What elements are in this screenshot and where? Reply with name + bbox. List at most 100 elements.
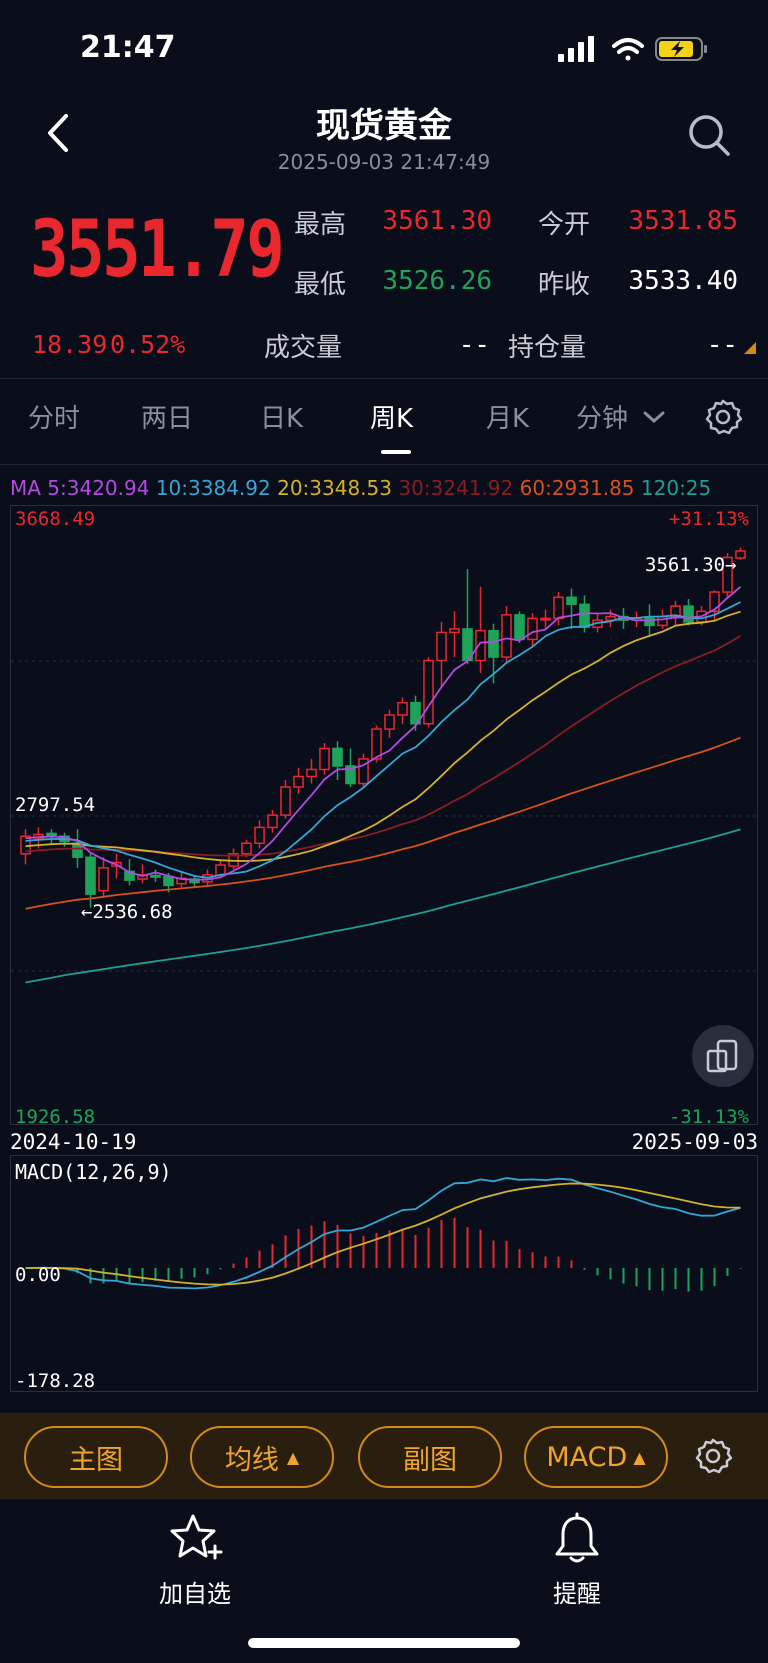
caret-up-icon: ▲ [633,1447,646,1467]
axis-top-pct: +31.13% [668,508,749,530]
sub-chart-button[interactable]: 副图 [358,1426,502,1488]
settings-gear-icon[interactable] [704,398,742,436]
candle-body [735,550,746,559]
main-chart-button[interactable]: 主图 [24,1426,168,1488]
caret-up-icon: ▲ [286,1447,300,1467]
candle-body [254,826,265,844]
candle-body [150,874,161,878]
prev-close-value: 3533.40 [628,266,738,296]
macd-chart[interactable]: MACD(12,26,9) 0.00 -178.28 [10,1155,758,1392]
candle-body [85,856,96,895]
open-interest-value: -- [706,330,738,360]
change-value: 18.39 [32,330,108,359]
macd-min-label: -178.28 [15,1370,96,1392]
battery-icon [655,37,707,61]
candle-body [514,614,525,641]
quote-datetime: 2025-09-03 21:47:49 [277,150,491,174]
candle-body [306,768,317,778]
signal-icon [558,36,594,62]
corner-triangle-icon [744,342,756,354]
home-indicator[interactable] [248,1638,520,1648]
main-chart-label: 主图 [69,1444,123,1476]
tab-fenshi[interactable]: 分时 [28,398,80,435]
open-value: 3531.85 [628,206,738,236]
macd-button-label: MACD [546,1441,628,1473]
last-price: 3551.79 [30,205,285,295]
candle-body [566,596,577,606]
candle-body [371,728,382,760]
candle-body [267,814,278,829]
candle-body [397,701,408,716]
ma-button-label: 均线 [224,1444,279,1476]
macd-button[interactable]: MACD ▲ [524,1426,668,1488]
candle-body [553,596,564,620]
ma20-value: 20:3348.53 [277,476,392,500]
volume-label: 成交量 [264,333,343,363]
indicator-toolbar: 主图 均线 ▲ 副图 MACD ▲ [0,1413,768,1499]
volume-value: -- [458,330,490,360]
kline-chart[interactable]: 3668.49 +31.13% 2797.54 1926.58 -31.13% … [10,505,759,1128]
alert-button[interactable]: 提醒 [522,1512,632,1609]
ma-legend: MA 5:3420.94 10:3384.92 20:3348.53 30:32… [10,476,768,500]
tab-monthly-k[interactable]: 月K [486,398,529,435]
ma20-line [25,610,741,862]
high-label: 最高 [294,210,347,240]
sub-chart-label: 副图 [403,1444,457,1476]
rotate-screen-button[interactable] [692,1025,754,1087]
candle-body [163,875,174,887]
low-marker-label: ←2536.68 [81,901,173,923]
candle-body [280,786,291,816]
candle-body [501,614,512,658]
change-pct: 0.52% [110,330,186,359]
ma120-value: 120:25 [640,476,712,500]
low-value: 3526.26 [382,266,492,296]
divider [0,378,768,379]
ma60-value: 60:2931.85 [519,476,635,500]
active-tab-indicator [381,450,411,454]
period-tabs: 分时 两日 日K 周K 月K 分钟 [0,398,768,454]
ma-prefix: MA [10,476,41,500]
macd-svg [25,1177,742,1292]
ma30-value: 30:3241.92 [398,476,514,500]
wifi-icon [612,38,644,61]
toolbar-settings-gear-icon[interactable] [694,1437,732,1475]
macd-zero-label: 0.00 [15,1264,61,1286]
prev-close-label: 昨收 [538,270,591,300]
candle-body [319,747,330,771]
end-date: 2025-09-03 [631,1130,758,1154]
candle-body [449,628,460,634]
kline-svg [11,547,759,984]
candle-body [436,631,447,662]
ma5-value: 5:3420.94 [47,476,150,500]
alert-label: 提醒 [553,1580,601,1608]
axis-bottom-price: 1926.58 [15,1106,96,1128]
candle-body [332,747,343,767]
macd-dif-line [25,1177,741,1290]
tab-liangri[interactable]: 两日 [141,398,193,435]
candle-body [488,629,499,658]
ma-button[interactable]: 均线 ▲ [190,1426,334,1488]
tab-weekly-k[interactable]: 周K [370,398,413,435]
low-label: 最低 [294,270,347,300]
chevron-down-icon[interactable] [642,408,666,426]
candle-body [423,659,434,725]
candle-body [293,775,304,788]
status-icons [558,36,707,62]
candle-body [657,615,668,627]
ma10-value: 10:3384.92 [155,476,271,500]
candle-body [527,617,538,641]
ma30-line [25,635,741,857]
candle-body [241,842,252,855]
ma60-line [25,736,741,910]
search-icon[interactable] [686,112,732,158]
star-add-icon [170,1514,223,1560]
tab-minute[interactable]: 分钟 [576,398,628,435]
open-interest-label: 持仓量 [508,333,587,363]
add-watchlist-button[interactable]: 加自选 [140,1512,250,1609]
macd-title: MACD(12,26,9) [15,1160,172,1184]
high-value: 3561.30 [382,206,492,236]
candle-body [384,714,395,730]
candle-body [98,867,109,892]
candle-body [72,842,83,859]
tab-daily-k[interactable]: 日K [260,398,303,435]
